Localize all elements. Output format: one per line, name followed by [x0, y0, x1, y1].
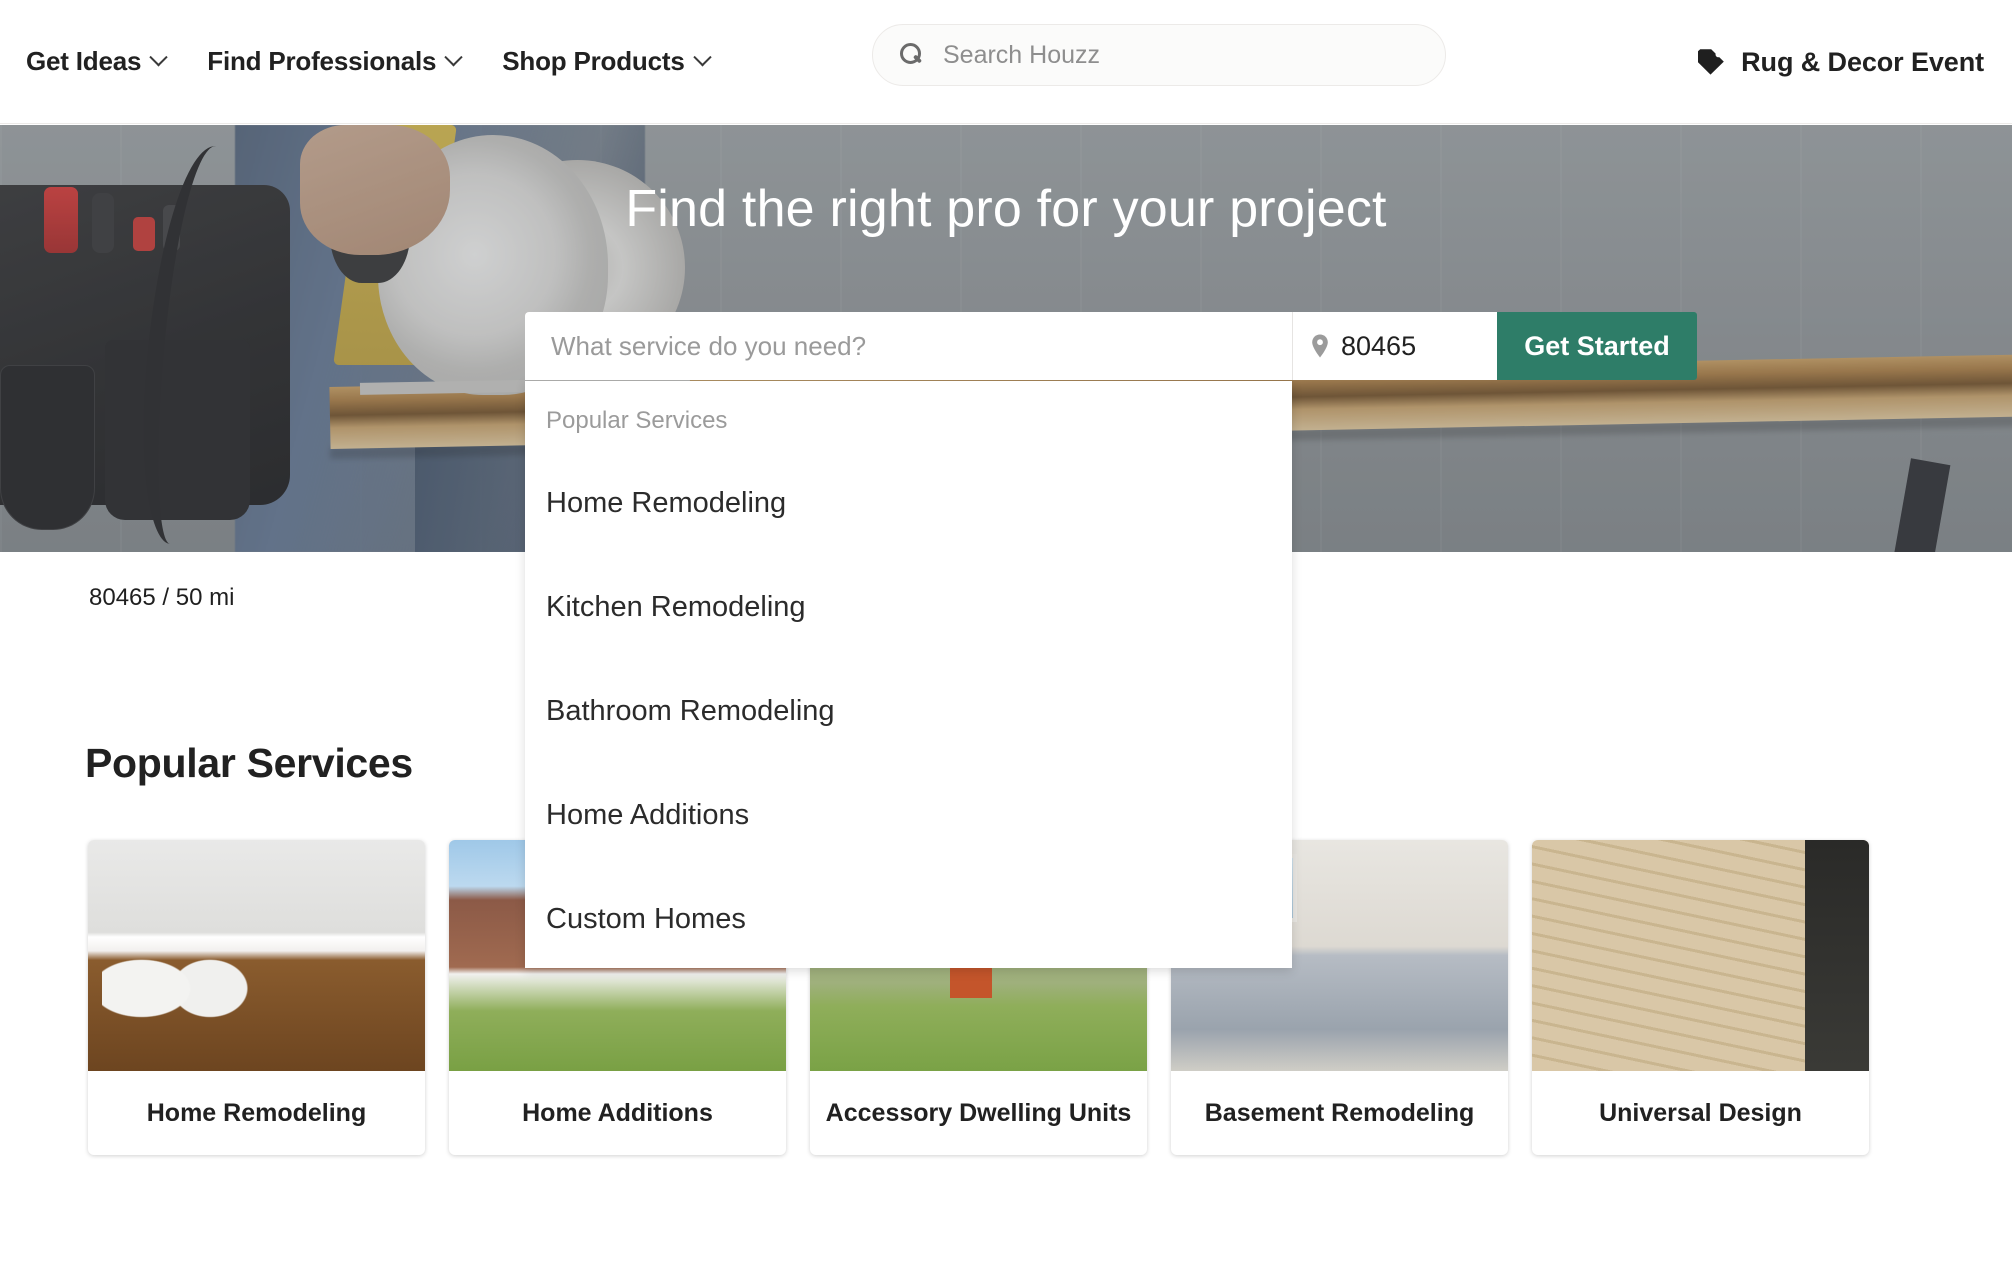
site-header: Get Ideas Find Professionals Shop Produc… [0, 0, 2012, 124]
rug-decor-event-label: Rug & Decor Event [1741, 46, 1984, 77]
search-icon [899, 43, 923, 67]
nav-item-label: Shop Products [502, 46, 685, 76]
chevron-down-icon [692, 48, 712, 67]
chevron-down-icon [149, 48, 168, 67]
zip-input-value: 80465 [1341, 330, 1417, 361]
service-card[interactable]: Home Remodeling [88, 840, 425, 1155]
nav-item-shop-products[interactable]: Shop Products [502, 38, 724, 85]
page-title: Popular Services [85, 740, 413, 786]
service-card-image [88, 840, 425, 1071]
service-suggestions-dropdown: Popular Services Home Remodeling Kitchen… [525, 381, 1292, 968]
nav-item-label: Find Professionals [207, 46, 437, 76]
dropdown-item-kitchen-remodeling[interactable]: Kitchen Remodeling [525, 555, 1292, 659]
chevron-down-icon [444, 48, 463, 67]
service-card-label: Home Additions [522, 1098, 713, 1127]
pro-search-widget: What service do you need? 80465 Get Star… [525, 312, 1810, 380]
dropdown-item-home-additions[interactable]: Home Additions [525, 763, 1292, 867]
dropdown-item-home-remodeling[interactable]: Home Remodeling [525, 451, 1292, 555]
dropdown-item-bathroom-remodeling[interactable]: Bathroom Remodeling [525, 659, 1292, 763]
service-card-label: Home Remodeling [146, 1098, 367, 1127]
service-card-label: Universal Design [1599, 1098, 1802, 1127]
zip-input[interactable]: 80465 [1292, 312, 1497, 380]
service-card-label: Basement Remodeling [1204, 1098, 1475, 1127]
location-summary: 80465 / 50 mi [89, 584, 235, 611]
get-started-button[interactable]: Get Started [1497, 312, 1697, 380]
service-card[interactable]: Universal Design [1532, 840, 1869, 1155]
dropdown-heading: Popular Services [546, 407, 728, 434]
hero-title: Find the right pro for your project [625, 180, 1387, 238]
global-search-placeholder: Search Houzz [943, 40, 1101, 69]
service-input-placeholder: What service do you need? [551, 330, 867, 361]
map-pin-icon [1312, 334, 1328, 358]
nav-item-get-ideas[interactable]: Get Ideas [26, 38, 181, 85]
nav-item-label: Get Ideas [26, 46, 142, 76]
dropdown-item-custom-homes[interactable]: Custom Homes [525, 867, 1292, 968]
service-card-label: Accessory Dwelling Units [825, 1098, 1132, 1127]
service-input[interactable]: What service do you need? [525, 312, 1292, 380]
global-search-input[interactable]: Search Houzz [872, 24, 1446, 86]
service-card-image [1532, 840, 1869, 1071]
rug-decor-event-link[interactable]: Rug & Decor Event [1697, 0, 1984, 124]
tag-icon [1698, 49, 1724, 75]
nav-item-find-professionals[interactable]: Find Professionals [207, 38, 476, 85]
primary-nav: Get Ideas Find Professionals Shop Produc… [26, 38, 751, 85]
